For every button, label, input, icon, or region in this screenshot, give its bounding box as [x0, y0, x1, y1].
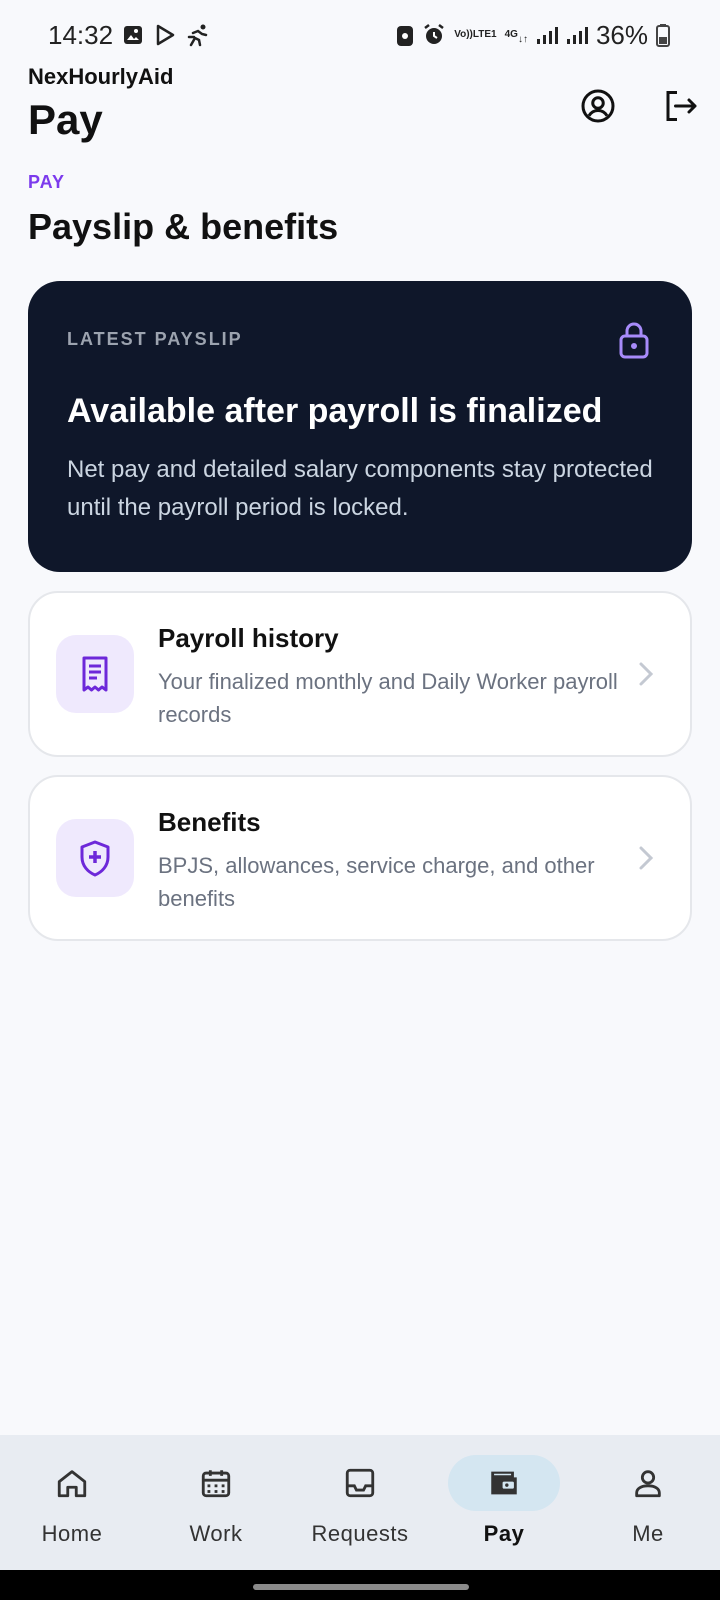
nav-label-me: Me	[632, 1521, 664, 1546]
nav-item-work[interactable]: Work	[144, 1435, 288, 1570]
nav-label-work: Work	[189, 1521, 243, 1546]
chevron-right-icon	[638, 845, 654, 876]
signal-icon-2	[566, 25, 588, 45]
app-header: NexHourlyAid Pay	[28, 64, 700, 144]
image-icon	[121, 23, 145, 47]
payslip-description: Net pay and detailed salary components s…	[67, 456, 653, 521]
alarm-icon	[422, 23, 446, 47]
payroll-history-title: Payroll history	[158, 623, 339, 653]
gesture-handle[interactable]	[253, 1584, 469, 1590]
person-icon	[635, 1470, 661, 1498]
volte-label: Vo)) LTE1	[454, 29, 497, 40]
status-bar: 14:32 Vo)) LTE1 4G ↓↑ 36%	[0, 0, 720, 70]
logout-icon	[666, 91, 697, 121]
header-actions	[578, 86, 700, 126]
section-title: Payslip & benefits	[28, 206, 339, 247]
home-icon	[57, 1470, 87, 1498]
battery-percent: 36%	[595, 19, 648, 50]
profile-icon	[581, 89, 615, 123]
chevron-right-icon	[638, 661, 654, 692]
payslip-eyebrow: LATEST PAYSLIP	[67, 329, 243, 349]
payroll-history-icon-box	[56, 635, 134, 713]
benefits-title: Benefits	[158, 807, 261, 837]
play-store-icon	[153, 23, 177, 47]
running-icon	[185, 23, 211, 47]
shield-plus-icon	[80, 840, 110, 877]
latest-payslip-card: LATEST PAYSLIP Available after payroll i…	[28, 281, 692, 572]
benefits-description: BPJS, allowances, service charge, and ot…	[158, 853, 595, 911]
nav-label-requests: Requests	[311, 1521, 409, 1546]
wallet-icon	[491, 1471, 517, 1495]
benefits-card[interactable]: Benefits BPJS, allowances, service charg…	[28, 775, 692, 941]
payroll-history-card[interactable]: Payroll history Your finalized monthly a…	[28, 591, 692, 757]
status-bar-right: Vo)) LTE1 4G ↓↑ 36%	[396, 20, 670, 51]
calendar-icon	[201, 1470, 231, 1498]
nav-item-requests[interactable]: Requests	[288, 1435, 432, 1570]
payslip-title: Available after payroll is finalized	[67, 392, 603, 430]
benefits-icon-box	[56, 819, 134, 897]
profile-button[interactable]	[578, 86, 618, 126]
payroll-history-description: Your finalized monthly and Daily Worker …	[158, 669, 618, 727]
nav-item-me[interactable]: Me	[576, 1435, 720, 1570]
nav-label-pay: Pay	[483, 1521, 525, 1546]
bottom-navigation: Home Work Requests Pay Me	[0, 1435, 720, 1570]
nav-item-pay[interactable]: Pay	[432, 1435, 576, 1570]
lock-icon	[618, 321, 650, 364]
clock: 14:32	[48, 19, 114, 50]
status-bar-left: 14:32	[48, 20, 211, 51]
nav-label-home: Home	[41, 1521, 103, 1546]
signal-icon	[536, 25, 558, 45]
logout-button[interactable]	[660, 86, 700, 126]
section-eyebrow: PAY	[28, 172, 66, 192]
android-lock-icon	[396, 23, 414, 47]
inbox-icon	[345, 1468, 375, 1498]
receipt-icon	[82, 656, 108, 692]
nav-item-home[interactable]: Home	[0, 1435, 144, 1570]
battery-icon	[656, 23, 670, 47]
network-type: 4G ↓↑	[504, 29, 528, 45]
